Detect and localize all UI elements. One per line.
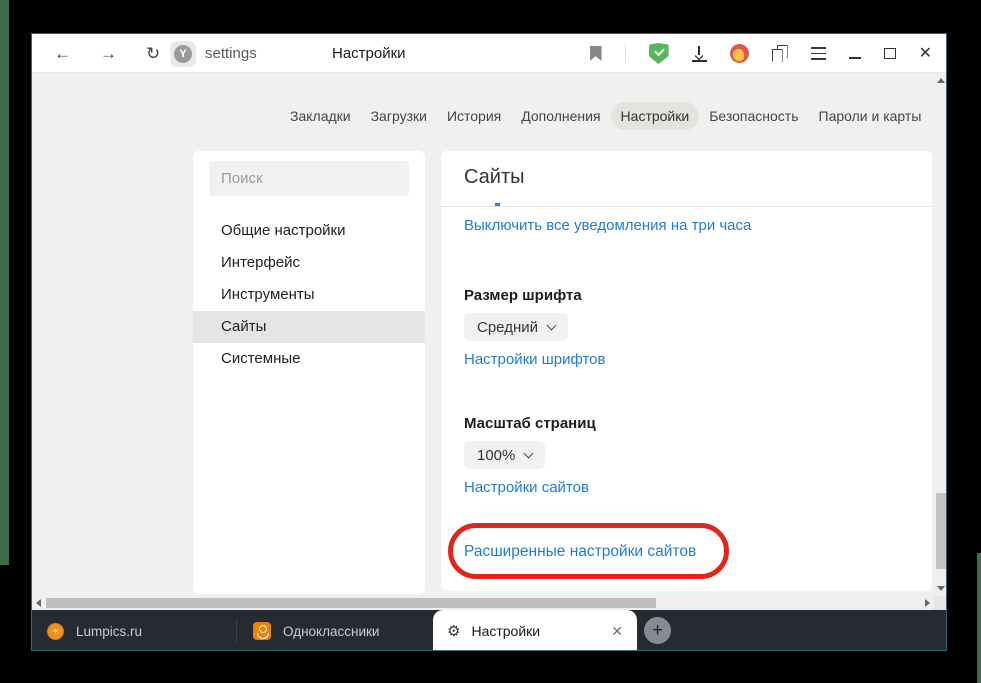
nav-tab-addons[interactable]: Дополнения xyxy=(511,102,610,130)
new-tab-button[interactable]: + xyxy=(644,617,671,644)
reload-button[interactable]: ↻ xyxy=(146,45,160,62)
mute-notifications-link[interactable]: Выключить все уведомления на три часа xyxy=(464,217,751,234)
toolbar-divider xyxy=(625,45,626,63)
forward-button[interactable]: → xyxy=(100,45,117,62)
url-text: settings xyxy=(205,45,257,62)
browser-toolbar: ← → ↻ Y settings Настройки ✕ xyxy=(32,34,947,73)
lumpics-favicon: ✶ xyxy=(47,623,64,640)
nav-tab-bookmarks[interactable]: Закладки xyxy=(280,102,361,130)
horizontal-scroll-thumb[interactable] xyxy=(46,598,656,608)
sidebar-item-sites[interactable]: Сайты xyxy=(193,311,425,343)
font-size-value: Средний xyxy=(477,319,538,336)
vertical-scrollbar[interactable] xyxy=(934,73,947,596)
menu-icon[interactable] xyxy=(811,47,826,59)
scrollbar-corner xyxy=(934,596,947,610)
nav-tab-passwords[interactable]: Пароли и карты xyxy=(809,102,932,130)
tab-bar: ✶ Lumpics.ru Одноклассники ⚙ Настройки ✕… xyxy=(32,610,947,651)
settings-page: Закладки Загрузки История Дополнения Нас… xyxy=(32,73,947,596)
horizontal-scrollbar[interactable] xyxy=(32,596,934,610)
scroll-up-arrow[interactable] xyxy=(937,78,945,83)
site-badge: Y xyxy=(170,41,196,67)
tab-label: Lumpics.ru xyxy=(76,624,142,639)
page-zoom-heading: Масштаб страниц xyxy=(464,415,596,432)
nav-tab-history[interactable]: История xyxy=(437,102,511,130)
extension-icon[interactable] xyxy=(730,44,749,63)
page-title: Настройки xyxy=(332,34,406,73)
close-tab-icon[interactable]: ✕ xyxy=(611,623,623,640)
font-settings-link[interactable]: Настройки шрифтов xyxy=(464,351,606,368)
sidebar-item-general[interactable]: Общие настройки xyxy=(193,215,425,247)
font-size-heading: Размер шрифта xyxy=(464,287,582,304)
protect-shield-icon[interactable] xyxy=(649,43,669,64)
scroll-left-arrow[interactable] xyxy=(36,599,41,607)
tab-label: Одноклассники xyxy=(283,624,379,639)
tab-odnoklassniki[interactable]: Одноклассники xyxy=(238,610,432,651)
vertical-scroll-thumb[interactable] xyxy=(936,493,946,569)
tab-separator xyxy=(236,619,237,643)
scroll-down-arrow[interactable] xyxy=(937,586,945,591)
gear-icon: ⚙ xyxy=(447,624,460,639)
settings-content: Сайты Выключить все уведомления на три ч… xyxy=(441,151,932,591)
collections-icon[interactable] xyxy=(772,45,788,62)
browser-window: ← → ↻ Y settings Настройки ✕ Закладки xyxy=(31,33,947,651)
settings-top-nav: Закладки Загрузки История Дополнения Нас… xyxy=(280,102,931,130)
nav-tab-security[interactable]: Безопасность xyxy=(699,102,808,130)
scroll-right-arrow[interactable] xyxy=(925,599,930,607)
site-settings-link[interactable]: Настройки сайтов xyxy=(464,479,589,496)
advanced-site-settings-link[interactable]: Расширенные настройки сайтов xyxy=(464,543,696,561)
address-bar[interactable]: Y settings xyxy=(170,40,257,67)
back-button[interactable]: ← xyxy=(54,45,71,62)
minimize-button[interactable] xyxy=(849,57,861,59)
tab-lumpics[interactable]: ✶ Lumpics.ru xyxy=(32,610,236,651)
tab-settings-active[interactable]: ⚙ Настройки ✕ xyxy=(433,610,637,651)
page-zoom-value: 100% xyxy=(477,447,515,464)
page-zoom-dropdown[interactable]: 100% xyxy=(464,441,545,469)
sidebar-item-system[interactable]: Системные xyxy=(193,343,425,375)
chevron-down-icon xyxy=(547,320,557,330)
desktop-edge-left xyxy=(0,0,9,565)
downloads-icon[interactable] xyxy=(692,46,707,62)
search-input[interactable] xyxy=(209,161,409,196)
settings-sidebar: Общие настройки Интерфейс Инструменты Са… xyxy=(193,151,425,594)
odnoklassniki-favicon xyxy=(253,622,271,640)
bookmark-icon[interactable] xyxy=(590,46,602,61)
sidebar-item-tools[interactable]: Инструменты xyxy=(193,279,425,311)
close-window-button[interactable]: ✕ xyxy=(919,46,932,62)
tab-label: Настройки xyxy=(471,623,600,639)
nav-tab-settings[interactable]: Настройки xyxy=(611,102,700,130)
section-title: Сайты xyxy=(464,166,525,189)
sidebar-item-interface[interactable]: Интерфейс xyxy=(193,247,425,279)
chevron-down-icon xyxy=(524,448,534,458)
font-size-dropdown[interactable]: Средний xyxy=(464,313,568,341)
nav-tab-downloads[interactable]: Загрузки xyxy=(361,102,437,130)
desktop-edge-right xyxy=(977,553,981,683)
maximize-button[interactable] xyxy=(884,48,896,59)
yandex-icon: Y xyxy=(174,45,192,63)
header-divider xyxy=(441,206,932,207)
